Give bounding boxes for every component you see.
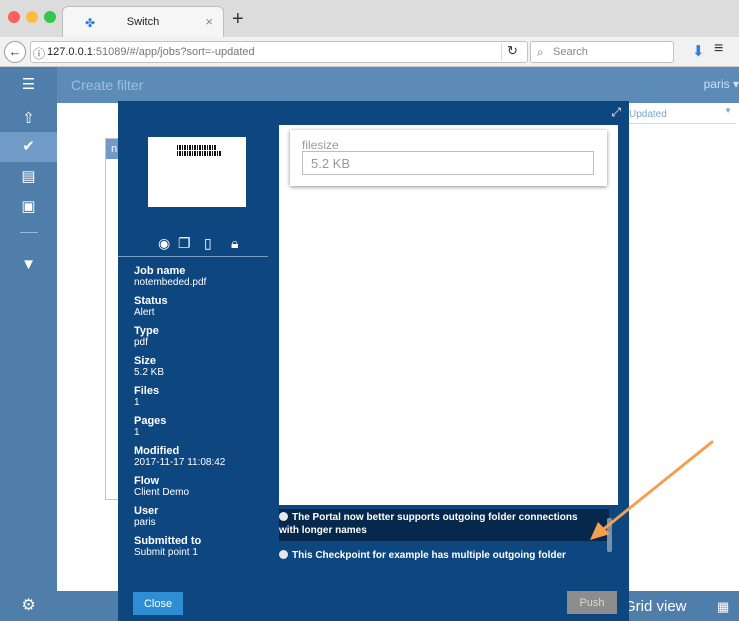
document-icon[interactable]: ▯ [204,235,212,252]
gear-icon[interactable]: ⚙ [0,591,57,621]
reload-icon[interactable]: ↻ [501,43,523,61]
meta-item: Type pdf [134,325,159,348]
tab-close-icon[interactable]: × [205,14,213,29]
barcode-line [177,151,221,156]
filter-icon[interactable]: ▼ [0,250,57,280]
app-header: Create filter paris ▾ [57,67,739,103]
create-filter-input[interactable]: Create filter [71,77,143,93]
download-icon[interactable]: ⬇ [692,42,705,60]
sidebar: ☰ ⇧ ✔ ▤ ▣ ▼ [0,67,57,621]
address-bar[interactable]: ⓘ 127.0.0.1:51089/#/app/jobs?sort=-updat… [30,41,528,63]
search-placeholder: Search [553,46,588,58]
url-text: 127.0.0.1:51089/#/app/jobs?sort=-updated [47,46,255,58]
browser-nav-bar: ← ⓘ 127.0.0.1:51089/#/app/jobs?sort=-upd… [0,37,739,67]
tab-title: Switch [126,16,160,28]
minimize-window-icon[interactable] [26,11,38,23]
copy-icon[interactable]: ❐ [178,235,191,252]
job-actions-bar: ◉ ❐ ▯ 🔒︎ [118,231,268,257]
checkpoint-connections-list: The Portal now better supports outgoing … [279,509,609,567]
radio-icon[interactable] [279,512,288,521]
back-arrow-icon[interactable]: ← [4,41,26,63]
connection-option[interactable]: The Portal now better supports outgoing … [279,509,609,541]
job-details-modal: ⤢ ◉ ❐ ▯ 🔒︎ Job name notembeded.pdf Statu… [118,101,629,621]
meta-item: Submitted to Submit point 1 [134,535,202,558]
grid-icon[interactable]: ▦ [717,599,729,615]
job-metadata: Job name notembeded.pdf Status Alert Typ… [134,265,274,565]
meta-item: Files 1 [134,385,160,408]
meta-item: Size 5.2 KB [134,355,165,378]
filesize-field-card: filesize [290,130,607,186]
close-button[interactable]: Close [133,592,183,615]
expand-icon[interactable]: ⤢ [611,105,621,120]
metadata-form-panel: filesize [279,125,618,505]
browser-tab[interactable]: ✤ Switch × [62,6,224,37]
menu-icon[interactable]: ☰ [0,70,57,100]
list-scrollbar[interactable] [607,518,612,552]
meta-item: User paris [134,505,159,528]
filesize-label: filesize [302,138,339,152]
search-icon: ⌕ [537,45,544,59]
hamburger-menu-icon[interactable]: ≡ [714,40,723,58]
eye-icon[interactable]: ◉ [158,235,170,252]
connection-option[interactable]: This Checkpoint for example has multiple… [279,547,609,564]
list-view-icon[interactable]: ▤ [0,162,57,192]
switch-app: ☰ ⇧ ✔ ▤ ▣ ▼ Create filter paris ▾ Update… [0,67,739,621]
push-button[interactable]: Push [567,591,617,614]
barcode-line [177,145,217,150]
meta-item: Pages 1 [134,415,167,438]
meta-item: Job name notembeded.pdf [134,265,207,288]
meta-item: Modified 2017-11-17 11:08:42 [134,445,226,468]
browser-tab-bar: ✤ Switch × + [0,0,739,37]
grid-view-label[interactable]: Grid view [624,598,687,615]
meta-item: Flow Client Demo [134,475,190,498]
radio-icon[interactable] [279,550,288,559]
maximize-window-icon[interactable] [44,11,56,23]
sort-label: Updated [629,109,667,120]
sidebar-divider [20,232,38,233]
check-jobs-icon[interactable]: ✔ [0,132,57,162]
chevron-down-icon: ▼ [724,106,732,115]
new-tab-icon[interactable]: + [232,8,244,31]
lock-icon[interactable]: 🔒︎ [231,235,238,252]
sort-select[interactable]: Updated ▼ [629,106,736,124]
info-icon[interactable]: ⓘ [33,45,45,62]
user-menu[interactable]: paris ▾ [704,77,739,91]
submit-upload-icon[interactable]: ⇧ [0,104,57,134]
meta-item: Status Alert [134,295,168,318]
close-window-icon[interactable] [8,11,20,23]
filesize-input[interactable] [302,151,594,175]
monitor-icon[interactable]: ▣ [0,192,57,222]
browser-search-input[interactable]: ⌕ Search [530,41,674,63]
job-thumbnail [148,137,246,207]
